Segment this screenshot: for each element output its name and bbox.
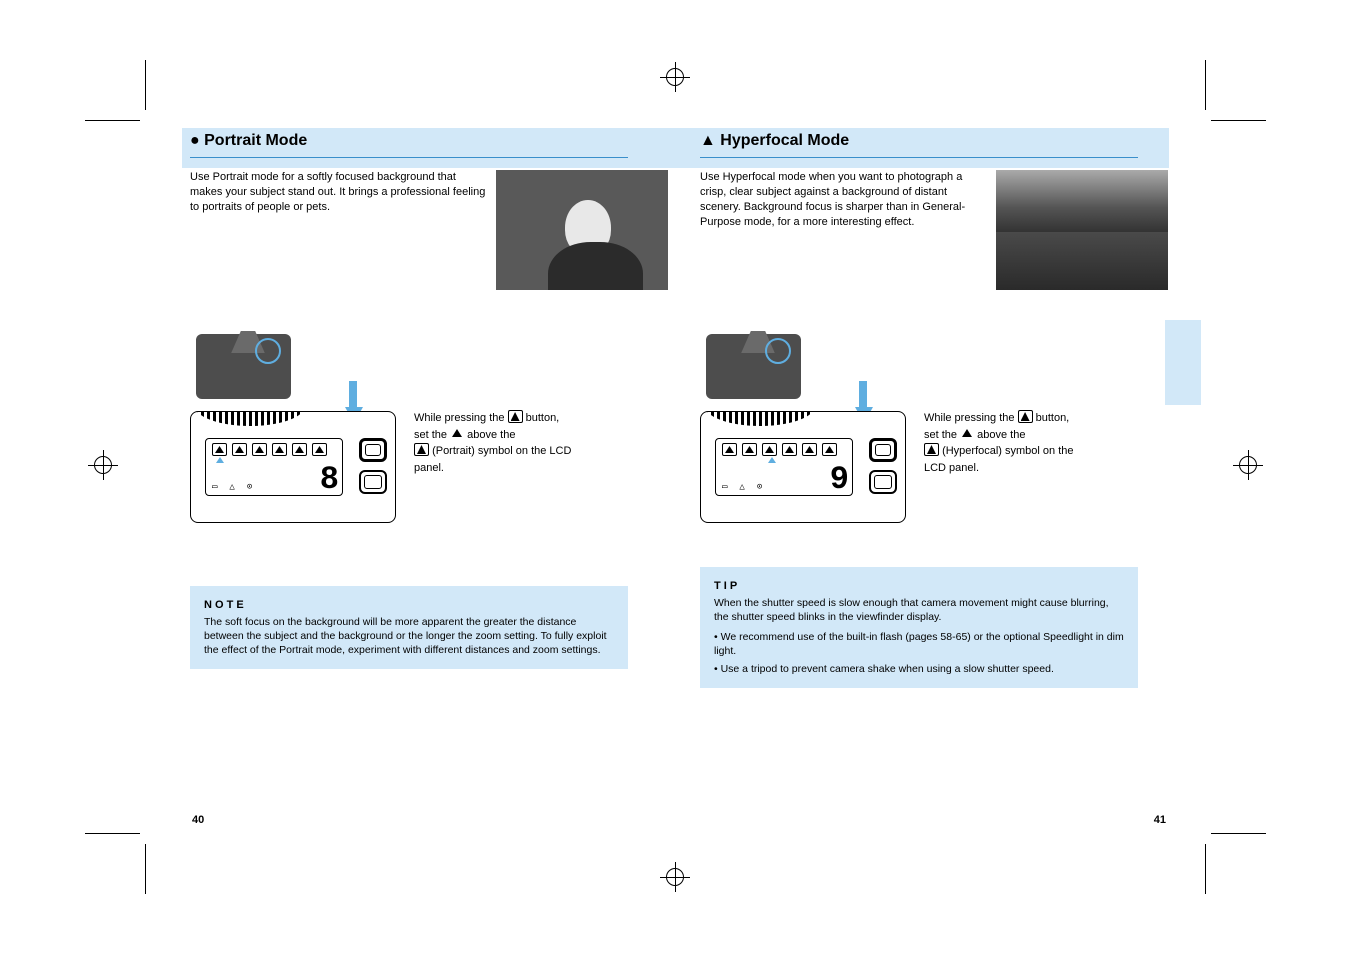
crop-mark: [1205, 844, 1206, 894]
title-rule: [700, 157, 1138, 158]
subject-program-button: [869, 438, 897, 462]
self-timer-button: [359, 470, 387, 494]
manual-page-left: ● Portrait Mode Use Portrait mode for a …: [190, 132, 668, 829]
pointer-triangle-icon: [452, 429, 462, 437]
subject-program-button-icon: [508, 410, 523, 423]
crop-mark: [1211, 120, 1266, 121]
manual-page-right: ▲ Hyperfocal Mode Use Hyperfocal mode wh…: [690, 132, 1168, 829]
selection-pointer-icon: [768, 457, 776, 463]
page-title: ● Portrait Mode: [190, 132, 668, 153]
camera-illustration: ▭△⊙ 8: [190, 326, 400, 551]
hyperfocal-mode-icon: [924, 443, 939, 456]
camera-illustration: ▭△⊙ 9: [700, 326, 910, 551]
frame-counter: 9: [830, 461, 846, 498]
page-title: ▲ Hyperfocal Mode: [690, 132, 1168, 153]
sample-photo-landscape: [996, 170, 1168, 290]
portrait-mode-icon: ●: [190, 132, 200, 149]
lcd-panel: ▭△⊙ 9: [700, 411, 906, 523]
title-rule: [190, 157, 628, 158]
registration-mark: [88, 450, 118, 480]
self-timer-button: [869, 470, 897, 494]
mode-icon-row: [212, 443, 327, 456]
subject-program-button: [359, 438, 387, 462]
registration-mark: [660, 62, 690, 92]
crop-mark: [1205, 60, 1206, 110]
selection-pointer-icon: [216, 457, 224, 463]
intro-text: Use Hyperfocal mode when you want to pho…: [700, 170, 986, 290]
step-instructions: While pressing the button, set the above…: [924, 326, 1074, 476]
crop-mark: [1211, 833, 1266, 834]
sample-photo-portrait: [496, 170, 668, 290]
page-number: 41: [1144, 814, 1166, 826]
section-tab: [1165, 320, 1201, 405]
lcd-panel: ▭△⊙ 8: [190, 411, 396, 523]
crop-mark: [145, 60, 146, 110]
hyperfocal-mode-icon: ▲: [700, 132, 716, 149]
step-instructions: While pressing the button, set the above…: [414, 326, 571, 476]
portrait-mode-icon: [414, 443, 429, 456]
crop-mark: [85, 120, 140, 121]
page-number: 40: [192, 814, 204, 826]
tip-box: T I P When the shutter speed is slow eno…: [700, 567, 1138, 688]
crop-mark: [85, 833, 140, 834]
registration-mark: [1233, 450, 1263, 480]
pointer-triangle-icon: [962, 429, 972, 437]
button-highlight-circle: [255, 338, 281, 364]
crop-mark: [145, 844, 146, 894]
button-highlight-circle: [765, 338, 791, 364]
registration-mark: [660, 862, 690, 892]
mode-icon-row: [722, 443, 837, 456]
frame-counter: 8: [320, 461, 336, 498]
subject-program-button-icon: [1018, 410, 1033, 423]
intro-text: Use Portrait mode for a softly focused b…: [190, 170, 486, 290]
note-box: N O T E The soft focus on the background…: [190, 586, 628, 669]
